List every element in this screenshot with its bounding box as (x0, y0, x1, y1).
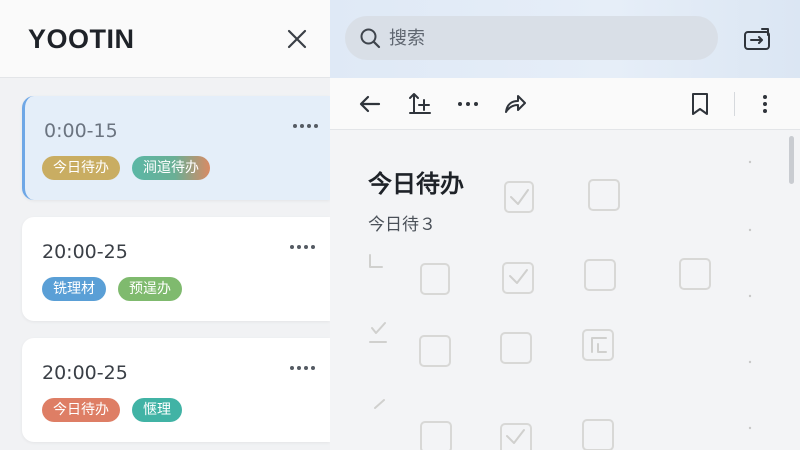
top-bar (330, 0, 800, 78)
main-panel: 今日待办 今日待３ (330, 0, 800, 450)
share-icon[interactable] (501, 90, 529, 118)
document-area: 今日待办 今日待３ (330, 130, 800, 450)
more-horizontal-icon[interactable] (454, 90, 482, 118)
arrow-left-icon[interactable] (356, 90, 384, 118)
bookmark-icon[interactable] (686, 90, 714, 118)
sidebar-header: YOOTIN (0, 0, 330, 78)
more-horizontal-icon[interactable] (288, 239, 316, 255)
search-input[interactable] (389, 16, 709, 60)
text-add-icon[interactable] (406, 90, 434, 118)
more-horizontal-icon[interactable] (291, 118, 319, 134)
tag[interactable]: 惬理 (132, 398, 182, 422)
tag[interactable]: 涧逭待办 (132, 156, 210, 180)
card-time: 20:00-25 (42, 241, 128, 263)
tag-list: 铣理材 预逞办 (42, 277, 182, 301)
brand-logo: YOOTIN (28, 24, 135, 54)
tag-list: 今日待办 惬理 (42, 398, 182, 422)
schedule-card-3[interactable]: 20:00-25 今日待办 惬理 (22, 338, 330, 442)
more-horizontal-icon[interactable] (288, 360, 316, 376)
scrollbar[interactable] (789, 136, 794, 184)
more-vertical-icon[interactable] (751, 90, 779, 118)
schedule-card-2[interactable]: 20:00-25 铣理材 预逞办 (22, 217, 330, 321)
close-icon[interactable] (284, 26, 310, 52)
document-subtitle: 今日待３ (368, 215, 436, 235)
schedule-card-1[interactable]: 0:00-15 今日待办 涧逭待办 (22, 96, 330, 200)
tag[interactable]: 今日待办 (42, 156, 120, 180)
card-time: 0:00-15 (44, 120, 118, 142)
card-time: 20:00-25 (42, 362, 128, 384)
document-title: 今日待办 (368, 170, 464, 198)
tag[interactable]: 今日待办 (42, 398, 120, 422)
toolbar-divider (734, 92, 735, 116)
sidebar: YOOTIN 0:00-15 今日待办 涧逭待办 20:00-25 铣理材 预逞… (0, 0, 330, 450)
search-bar[interactable] (345, 16, 718, 60)
doc-toolbar (330, 78, 800, 130)
tag[interactable]: 预逞办 (118, 277, 182, 301)
search-icon (360, 28, 381, 49)
switch-icon[interactable] (742, 26, 772, 52)
tag[interactable]: 铣理材 (42, 277, 106, 301)
tag-list: 今日待办 涧逭待办 (42, 156, 210, 180)
